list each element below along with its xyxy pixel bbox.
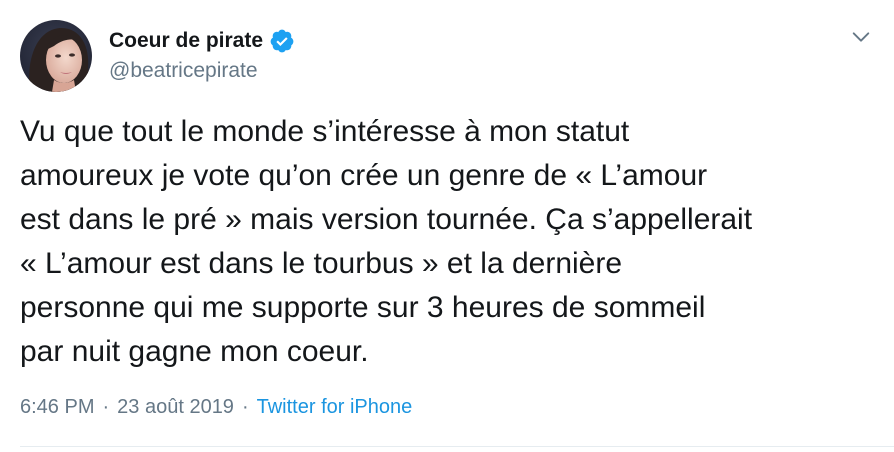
tweet-source[interactable]: Twitter for iPhone [257, 394, 413, 420]
display-name[interactable]: Coeur de pirate [109, 28, 263, 54]
divider [20, 446, 894, 447]
tweet-header: Coeur de pirate @beatricepirate [20, 18, 295, 94]
avatar-image [20, 20, 92, 92]
verified-badge-icon [270, 29, 294, 53]
tweet-time[interactable]: 6:46 PM [20, 394, 94, 420]
author-identity: Coeur de pirate @beatricepirate [109, 28, 295, 84]
tweet-card: Coeur de pirate @beatricepirate Vu que t… [0, 0, 894, 452]
handle[interactable]: @beatricepirate [109, 58, 295, 84]
meta-separator: · [102, 396, 110, 418]
tweet-text: Vu que tout le monde s’intéresse à mon s… [20, 115, 753, 368]
meta-separator: · [241, 396, 249, 418]
avatar[interactable] [20, 20, 92, 92]
chevron-down-icon[interactable] [850, 26, 872, 48]
name-row: Coeur de pirate [109, 28, 295, 54]
tweet-metadata: 6:46 PM · 23 août 2019 · Twitter for iPh… [20, 394, 412, 420]
tweet-date[interactable]: 23 août 2019 [117, 394, 234, 420]
